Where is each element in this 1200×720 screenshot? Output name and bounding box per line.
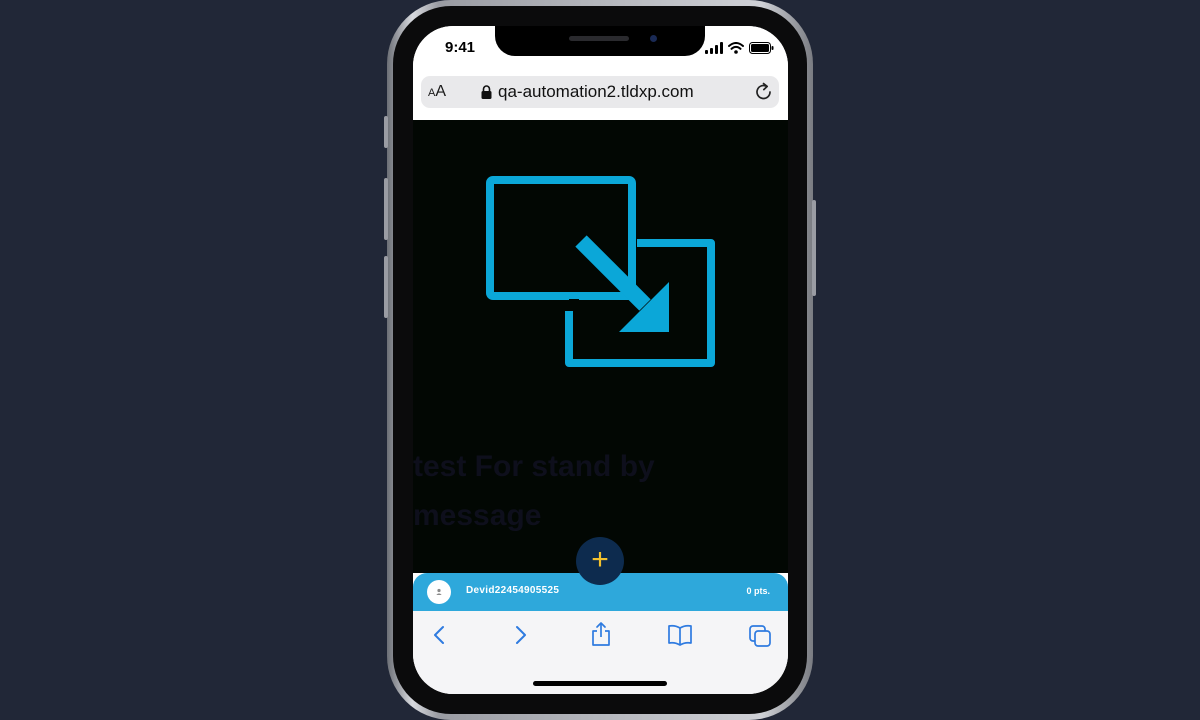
status-bar: 9:41 <box>413 26 788 70</box>
add-button[interactable]: + <box>576 537 624 585</box>
phone-screen: 9:41 AA qa-automation2.tldxp.com test Fo… <box>413 26 788 694</box>
user-icon <box>436 588 442 595</box>
speaker <box>569 36 629 41</box>
wifi-icon <box>728 42 744 54</box>
standby-message: test For stand by message <box>413 450 655 532</box>
tabs-icon[interactable] <box>748 624 772 648</box>
front-camera <box>650 35 657 42</box>
forward-icon[interactable] <box>509 624 531 646</box>
battery-icon <box>749 42 774 54</box>
share-icon[interactable] <box>589 621 613 647</box>
web-content: test For stand by message <box>413 120 788 573</box>
points-badge: 0 pts. <box>746 586 770 596</box>
volume-down-button <box>384 256 388 318</box>
home-indicator[interactable] <box>533 681 667 686</box>
reload-icon[interactable] <box>753 81 775 103</box>
mute-switch <box>384 116 388 148</box>
window-minimize-icon <box>486 176 715 367</box>
text-size-button[interactable]: AA <box>428 83 446 101</box>
back-icon[interactable] <box>429 624 451 646</box>
address-bar[interactable]: AA qa-automation2.tldxp.com <box>421 76 779 108</box>
lock-icon <box>481 85 492 99</box>
signal-icon <box>705 42 723 54</box>
avatar[interactable] <box>427 580 451 604</box>
status-icons <box>705 42 774 54</box>
volume-up-button <box>384 178 388 240</box>
bookmarks-icon[interactable] <box>667 624 693 646</box>
browser-toolbar <box>413 611 788 694</box>
notch <box>495 26 705 56</box>
power-button <box>812 200 816 296</box>
status-time: 9:41 <box>445 39 476 56</box>
username: Devid22454905525 <box>466 585 560 596</box>
url-text[interactable]: qa-automation2.tldxp.com <box>498 82 694 102</box>
browser-address-area: AA qa-automation2.tldxp.com <box>413 70 788 120</box>
